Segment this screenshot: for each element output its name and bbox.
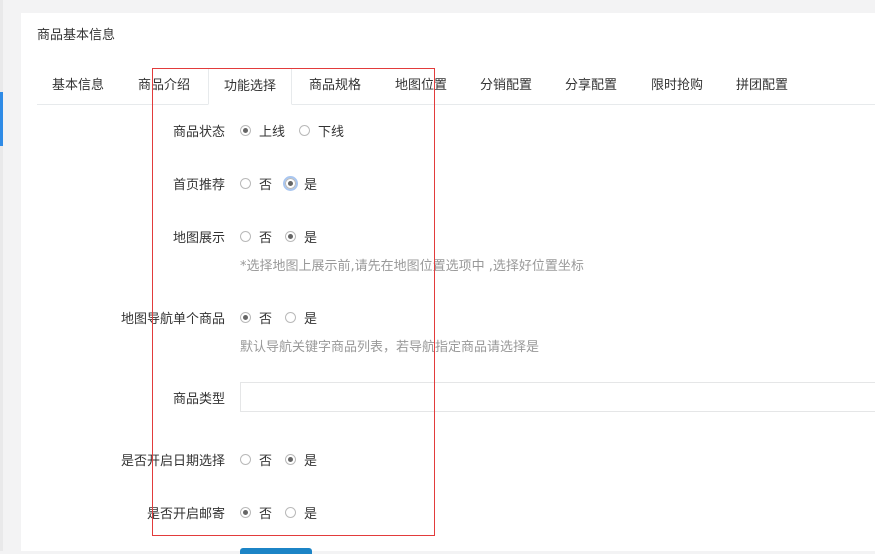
option-label: 是 [304, 178, 318, 193]
tab-flash-sale[interactable]: 限时抢购 [636, 68, 718, 103]
goods-info-panel: 商品基本信息 基本信息 商品介绍 功能选择 商品规格 地图位置 分销配置 分享配… [21, 13, 875, 554]
radio-icon[interactable] [240, 125, 251, 136]
option-label: 是 [304, 454, 318, 469]
date-select-yes-option[interactable]: 是 [285, 450, 317, 469]
panel-title: 商品基本信息 [37, 28, 116, 43]
tab-group-buy[interactable]: 拼团配置 [721, 68, 803, 103]
tab-map-location[interactable]: 地图位置 [380, 68, 462, 103]
option-label: 是 [304, 507, 318, 522]
radio-icon[interactable] [285, 312, 296, 323]
option-label: 否 [259, 454, 273, 469]
radio-icon[interactable] [240, 178, 251, 189]
map-show-hint: *选择地图上展示前,请先在地图位置选项中 ,选择好位置坐标 [240, 259, 584, 274]
tab-feature-select[interactable]: 功能选择 [208, 68, 293, 105]
left-sidebar-strip [0, 0, 3, 551]
tab-bar: 基本信息 商品介绍 功能选择 商品规格 地图位置 分销配置 分享配置 限时抢购 … [37, 68, 875, 105]
status-online-option[interactable]: 上线 [240, 121, 285, 140]
tab-goods-spec[interactable]: 商品规格 [294, 68, 376, 103]
radio-icon[interactable] [240, 231, 251, 242]
goods-type-label: 商品类型 [172, 392, 225, 407]
radio-icon[interactable] [285, 507, 296, 518]
map-show-label: 地图展示 [172, 231, 225, 246]
tab-share[interactable]: 分享配置 [550, 68, 632, 103]
option-label: 是 [304, 312, 318, 327]
sidebar-active-indicator [0, 92, 3, 146]
radio-icon[interactable] [283, 176, 298, 191]
recommend-no-option[interactable]: 否 [240, 174, 272, 193]
radio-icon[interactable] [285, 231, 296, 242]
option-label: 否 [259, 231, 273, 246]
radio-icon[interactable] [299, 125, 310, 136]
option-label: 是 [304, 231, 318, 246]
radio-icon[interactable] [240, 507, 251, 518]
option-label: 上线 [259, 125, 286, 140]
radio-icon[interactable] [240, 312, 251, 323]
tab-basic-info[interactable]: 基本信息 [37, 68, 119, 103]
goods-type-input[interactable] [240, 382, 875, 412]
mail-no-option[interactable]: 否 [240, 503, 272, 522]
map-nav-label: 地图导航单个商品 [120, 312, 225, 327]
tab-goods-intro[interactable]: 商品介绍 [123, 68, 205, 103]
option-label: 否 [259, 312, 273, 327]
map-show-yes-option[interactable]: 是 [285, 227, 317, 246]
status-offline-option[interactable]: 下线 [299, 121, 344, 140]
map-show-no-option[interactable]: 否 [240, 227, 272, 246]
recommend-yes-option[interactable]: 是 [283, 174, 318, 193]
recommend-label: 首页推荐 [172, 178, 225, 193]
option-label: 下线 [318, 125, 345, 140]
map-nav-hint: 默认导航关键字商品列表，若导航指定商品请选择是 [240, 340, 540, 355]
option-label: 否 [259, 178, 273, 193]
date-select-label: 是否开启日期选择 [120, 454, 225, 469]
tab-distribution[interactable]: 分销配置 [465, 68, 547, 103]
map-nav-yes-option[interactable]: 是 [285, 308, 317, 327]
mail-label: 是否开启邮寄 [146, 507, 225, 522]
map-nav-no-option[interactable]: 否 [240, 308, 272, 327]
status-label: 商品状态 [172, 125, 225, 140]
option-label: 否 [259, 507, 273, 522]
save-button[interactable] [240, 548, 312, 554]
radio-icon[interactable] [240, 454, 251, 465]
date-select-no-option[interactable]: 否 [240, 450, 272, 469]
radio-icon[interactable] [285, 454, 296, 465]
mail-yes-option[interactable]: 是 [285, 503, 317, 522]
